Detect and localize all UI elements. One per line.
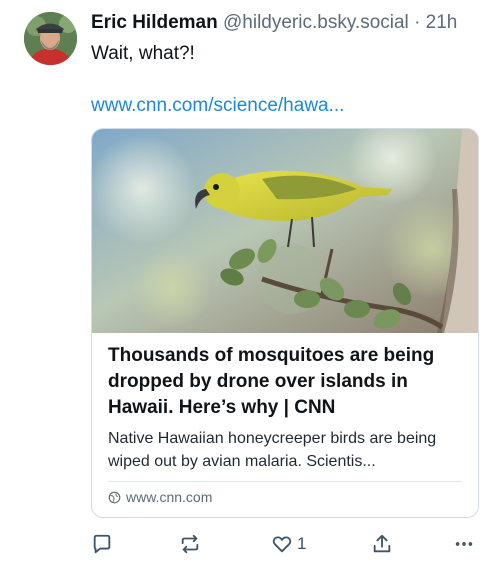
card-image bbox=[92, 129, 478, 333]
more-icon bbox=[453, 533, 475, 555]
globe-icon bbox=[108, 491, 121, 504]
post-text: Wait, what?! bbox=[91, 43, 195, 64]
post-header: Eric Hildeman @hildyeric.bsky.social · 2… bbox=[91, 12, 491, 34]
repost-button[interactable] bbox=[179, 532, 201, 556]
author-handle[interactable]: @hildyeric.bsky.social bbox=[223, 12, 409, 33]
heart-icon bbox=[271, 533, 293, 555]
card-description: Native Hawaiian honeycreeper birds are b… bbox=[108, 430, 437, 470]
link-card[interactable]: Thousands of mosquitoes are being droppe… bbox=[91, 128, 479, 518]
like-count: 1 bbox=[297, 534, 307, 553]
post-actions: 1 bbox=[91, 532, 475, 556]
card-domain-text: www.cnn.com bbox=[126, 489, 213, 505]
card-domain: www.cnn.com bbox=[108, 487, 212, 507]
avatar[interactable] bbox=[24, 12, 77, 65]
card-divider bbox=[108, 481, 462, 482]
header-separator: · bbox=[414, 12, 421, 33]
share-icon bbox=[371, 533, 393, 555]
post: Eric Hildeman @hildyeric.bsky.social · 2… bbox=[0, 0, 500, 564]
repost-icon bbox=[179, 533, 201, 555]
more-button[interactable] bbox=[453, 532, 475, 556]
card-title: Thousands of mosquitoes are being droppe… bbox=[108, 345, 435, 418]
reply-button[interactable] bbox=[91, 532, 113, 556]
like-button[interactable]: 1 bbox=[271, 532, 306, 556]
post-time[interactable]: 21h bbox=[426, 12, 458, 33]
reply-icon bbox=[91, 533, 113, 555]
author-name[interactable]: Eric Hildeman bbox=[91, 12, 218, 33]
share-button[interactable] bbox=[371, 532, 393, 556]
post-link[interactable]: www.cnn.com/science/hawa... bbox=[91, 94, 344, 118]
